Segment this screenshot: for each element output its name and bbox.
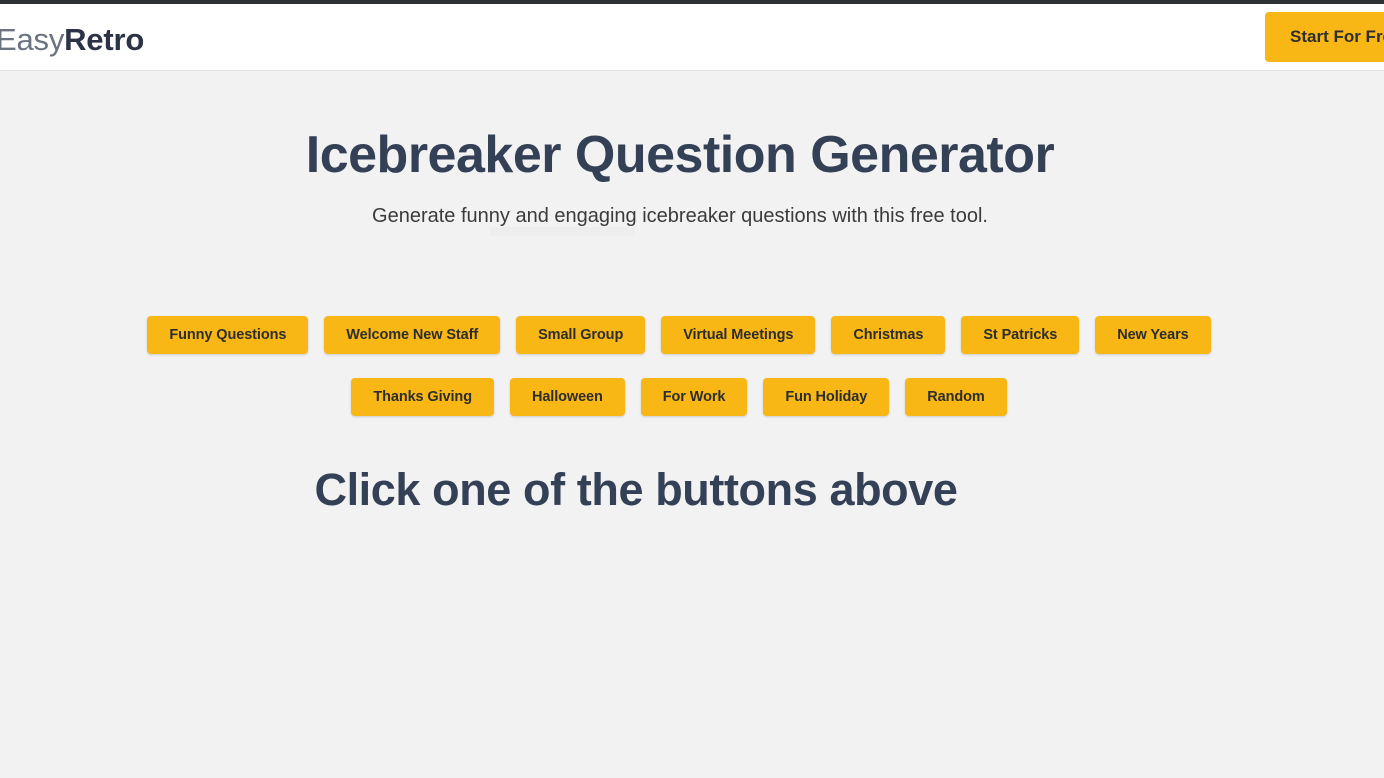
category-button-row-2: Thanks Giving Halloween For Work Fun Hol… — [0, 378, 1358, 416]
page-title: Icebreaker Question Generator — [305, 126, 1055, 184]
category-button-new-years[interactable]: New Years — [1095, 316, 1211, 354]
category-button-for-work[interactable]: For Work — [640, 378, 748, 416]
category-button-group: Funny Questions Welcome New Staff Small … — [0, 316, 1358, 440]
brand-logo-secondary: Retro — [64, 22, 145, 57]
result-placeholder-heading: Click one of the buttons above — [314, 464, 958, 515]
category-button-halloween[interactable]: Halloween — [509, 378, 625, 416]
category-button-random[interactable]: Random — [905, 378, 1007, 416]
category-button-small-group[interactable]: Small Group — [516, 316, 646, 354]
category-button-st-patricks[interactable]: St Patricks — [961, 316, 1080, 354]
start-for-free-button[interactable]: Start For Free — [1265, 12, 1384, 62]
brand-logo-primary: Easy — [0, 22, 65, 57]
brand-logo[interactable]: EasyRetro — [0, 21, 144, 59]
category-button-christmas[interactable]: Christmas — [831, 316, 946, 354]
subtitle-render-artifact — [490, 227, 635, 236]
category-button-funny-questions[interactable]: Funny Questions — [147, 316, 309, 354]
category-button-thanks-giving[interactable]: Thanks Giving — [351, 378, 494, 416]
category-button-row-1: Funny Questions Welcome New Staff Small … — [0, 316, 1358, 354]
category-button-welcome-new-staff[interactable]: Welcome New Staff — [324, 316, 501, 354]
category-button-virtual-meetings[interactable]: Virtual Meetings — [661, 316, 816, 354]
site-header: EasyRetro Start For Free — [0, 4, 1384, 71]
category-button-fun-holiday[interactable]: Fun Holiday — [763, 378, 890, 416]
page-subtitle: Generate funny and engaging icebreaker q… — [372, 205, 988, 227]
page-root: EasyRetro Start For Free Icebreaker Ques… — [0, 0, 1384, 778]
